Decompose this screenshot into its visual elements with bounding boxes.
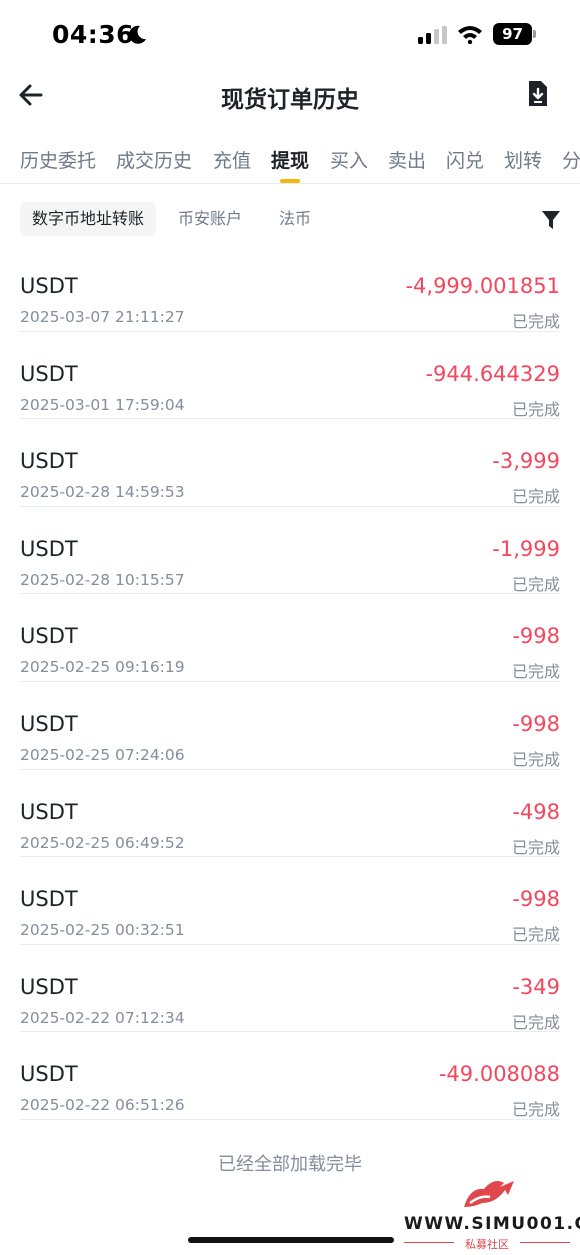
page-title: 现货订单历史: [221, 87, 359, 113]
watermark-site: WWW.SIMU001.CN: [404, 1214, 580, 1234]
active-tab-indicator: [280, 179, 300, 183]
watermark-subtitle: 私募社区: [465, 1238, 509, 1251]
tab-withdraw[interactable]: 提现: [271, 146, 309, 173]
record-datetime: 2025-02-25 09:16:19: [20, 658, 185, 677]
list-item[interactable]: USDT 2025-02-28 10:15:57 -1,999 已完成: [20, 507, 560, 595]
record-amount: -49.008088: [438, 1062, 560, 1087]
record-datetime: 2025-02-25 06:49:52: [20, 833, 185, 852]
wifi-icon: [458, 26, 482, 44]
list-item[interactable]: USDT 2025-02-25 00:32:51 -998 已完成: [20, 857, 560, 945]
record-datetime: 2025-02-25 00:32:51: [20, 921, 185, 940]
record-datetime: 2025-02-28 14:59:53: [20, 483, 185, 502]
record-amount: -349: [512, 974, 560, 999]
asset-name: USDT: [20, 361, 78, 386]
record-status: 已完成: [511, 487, 560, 507]
battery-indicator: 97: [493, 23, 537, 45]
tab-transfer[interactable]: 划转: [504, 146, 542, 173]
record-datetime: 2025-02-25 07:24:06: [20, 745, 185, 764]
tab-sell[interactable]: 卖出: [388, 146, 426, 173]
record-status: 已完成: [511, 837, 560, 857]
record-datetime: 2025-03-01 17:59:04: [20, 395, 185, 414]
list-item[interactable]: USDT 2025-02-28 14:59:53 -3,999 已完成: [20, 419, 560, 507]
home-indicator: [188, 1237, 394, 1243]
record-status: 已完成: [511, 749, 560, 769]
filter-icon[interactable]: [541, 209, 561, 231]
header: 现货订单历史: [0, 68, 580, 124]
record-amount: -1,999: [492, 536, 560, 561]
moon-icon: [129, 25, 146, 44]
chip-binance-account[interactable]: 币安账户: [166, 202, 254, 236]
tab-order-history[interactable]: 历史委托: [20, 146, 96, 173]
signal-icon: [418, 26, 447, 44]
record-status: 已完成: [511, 574, 560, 594]
asset-name: USDT: [20, 887, 78, 912]
record-datetime: 2025-02-22 07:12:34: [20, 1008, 185, 1027]
list-item[interactable]: USDT 2025-02-22 07:12:34 -349 已完成: [20, 945, 560, 1033]
asset-name: USDT: [20, 974, 78, 999]
record-status: 已完成: [511, 1100, 560, 1120]
asset-name: USDT: [20, 624, 78, 649]
record-amount: -944.644329: [425, 361, 560, 386]
tab-buy[interactable]: 买入: [330, 146, 368, 173]
list-item[interactable]: USDT 2025-03-01 17:59:04 -944.644329 已完成: [20, 332, 560, 420]
record-amount: -4,999.001851: [405, 274, 560, 298]
record-datetime: 2025-02-28 10:15:57: [20, 570, 185, 589]
record-status: 已完成: [511, 925, 560, 945]
record-amount: -3,999: [492, 449, 560, 474]
list-item[interactable]: USDT 2025-03-07 21:11:27 -4,999.001851 已…: [20, 244, 560, 332]
list-item[interactable]: USDT 2025-02-25 06:49:52 -498 已完成: [20, 770, 560, 858]
record-datetime: 2025-02-22 06:51:26: [20, 1096, 185, 1115]
record-status: 已完成: [511, 312, 560, 331]
chip-fiat[interactable]: 法币: [267, 202, 323, 236]
list-item[interactable]: USDT 2025-02-25 07:24:06 -998 已完成: [20, 682, 560, 770]
status-time: 04:36: [52, 20, 135, 49]
record-datetime: 2025-03-07 21:11:27: [20, 308, 185, 326]
battery-level: 97: [493, 23, 532, 45]
tab-deposit[interactable]: 充值: [213, 146, 251, 173]
list-item[interactable]: USDT 2025-02-25 09:16:19 -998 已完成: [20, 594, 560, 682]
chip-crypto-address[interactable]: 数字币地址转账: [20, 202, 157, 236]
tab-trade-history[interactable]: 成交历史: [116, 146, 192, 173]
tab-more[interactable]: 分: [562, 146, 580, 173]
record-amount: -998: [512, 887, 560, 912]
withdraw-records-list: USDT 2025-03-07 21:11:27 -4,999.001851 已…: [20, 244, 560, 1120]
tab-convert[interactable]: 闪兑: [446, 146, 484, 173]
battery-tip: [533, 30, 536, 38]
list-item[interactable]: USDT 2025-02-22 06:51:26 -49.008088 已完成: [20, 1032, 560, 1120]
record-amount: -498: [512, 799, 560, 824]
record-status: 已完成: [511, 662, 560, 682]
asset-name: USDT: [20, 711, 78, 736]
record-status: 已完成: [511, 1012, 560, 1032]
asset-name: USDT: [20, 799, 78, 824]
record-amount: -998: [512, 624, 560, 649]
download-icon[interactable]: [527, 80, 549, 108]
asset-name: USDT: [20, 536, 78, 561]
asset-name: USDT: [20, 1062, 78, 1087]
order-type-tabs: 历史委托 成交历史 充值 提现 买入 卖出 闪兑 划转 分: [0, 138, 580, 184]
record-status: 已完成: [511, 399, 560, 419]
asset-name: USDT: [20, 449, 78, 474]
withdraw-type-filters: 数字币地址转账 币安账户 法币: [0, 200, 580, 240]
status-bar: 04:36 97: [0, 0, 580, 68]
record-amount: -998: [512, 711, 560, 736]
watermark-logo-icon: [464, 1181, 514, 1207]
asset-name: USDT: [20, 274, 78, 298]
